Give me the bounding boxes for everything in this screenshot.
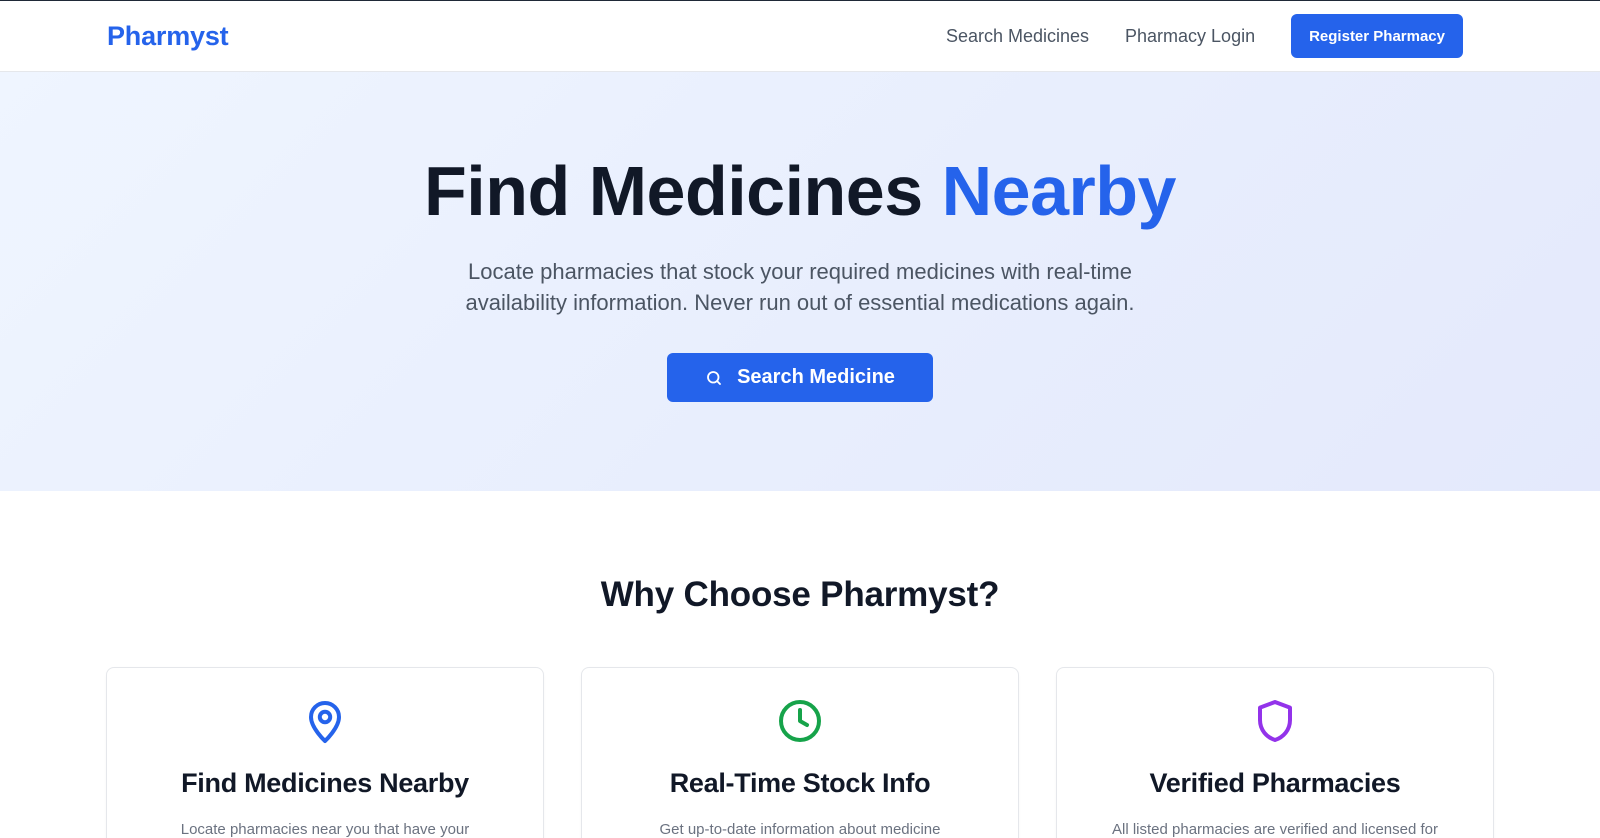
register-pharmacy-button[interactable]: Register Pharmacy [1291,14,1463,58]
feature-card-text: Locate pharmacies near you that have you… [180,821,470,838]
navbar: Pharmyst Search Medicines Pharmacy Login… [0,1,1600,72]
feature-card-find-nearby: Find Medicines Nearby Locate pharmacies … [106,667,544,838]
feature-card-title: Verified Pharmacies [1149,768,1401,798]
feature-card-verified: Verified Pharmacies All listed pharmacie… [1056,667,1494,838]
hero-section: Find Medicines Nearby Locate pharmacies … [0,72,1600,491]
nav-link-pharmacy-login[interactable]: Pharmacy Login [1125,26,1255,47]
feature-card-title: Real-Time Stock Info [669,768,931,798]
search-medicine-label: Search Medicine [737,366,895,388]
feature-card-text: Get up-to-date information about medicin… [659,821,941,838]
shield-icon [1251,696,1299,746]
search-icon [707,370,721,385]
features-section: Why Choose Pharmyst? Find Medicines Near… [0,491,1600,838]
hero-description: Locate pharmacies that stock your requir… [465,259,1135,315]
brand-logo[interactable]: Pharmyst [107,21,229,52]
hero-title-accent: Nearby [941,152,1177,230]
clock-icon [776,696,824,746]
feature-card-text: All listed pharmacies are verified and l… [1112,821,1438,838]
page: Pharmyst Search Medicines Pharmacy Login… [0,0,1600,838]
feature-card-title: Find Medicines Nearby [181,768,469,798]
map-pin-icon [301,696,349,746]
features-title: Why Choose Pharmyst? [600,575,1000,614]
nav-links: Search Medicines Pharmacy Login Register… [946,14,1463,58]
hero-title-main: Find Medicines [424,152,923,230]
hero-title: Find Medicines Nearby [424,156,1176,226]
nav-link-search-medicines[interactable]: Search Medicines [946,26,1089,47]
feature-cards: Find Medicines Nearby Locate pharmacies … [106,667,1494,838]
feature-card-stock-info: Real-Time Stock Info Get up-to-date info… [581,667,1019,838]
search-medicine-button[interactable]: Search Medicine [667,353,933,402]
